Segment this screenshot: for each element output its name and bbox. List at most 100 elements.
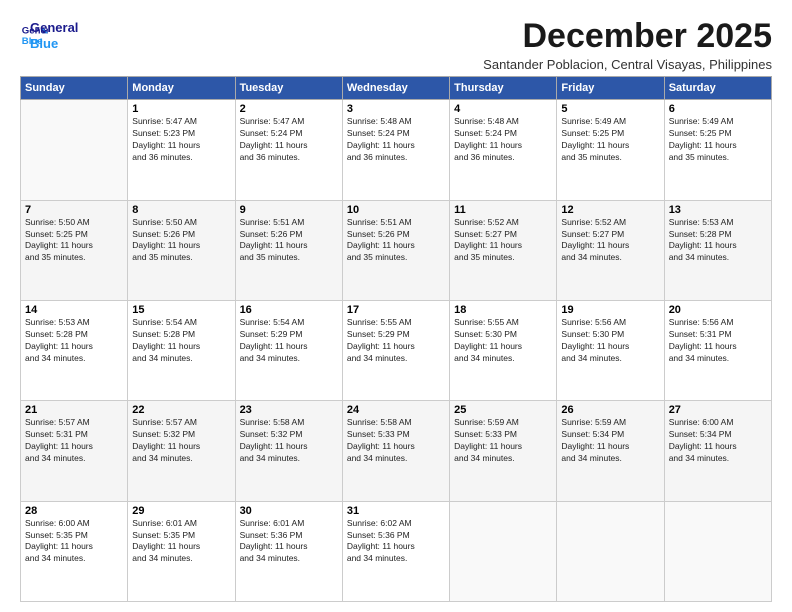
calendar-cell: 22Sunrise: 5:57 AM Sunset: 5:32 PM Dayli… <box>128 401 235 501</box>
calendar-cell: 5Sunrise: 5:49 AM Sunset: 5:25 PM Daylig… <box>557 100 664 200</box>
calendar-header-wednesday: Wednesday <box>342 77 449 100</box>
day-info: Sunrise: 5:50 AM Sunset: 5:26 PM Dayligh… <box>132 217 230 265</box>
day-number: 19 <box>561 304 659 316</box>
calendar-cell: 2Sunrise: 5:47 AM Sunset: 5:24 PM Daylig… <box>235 100 342 200</box>
day-number: 4 <box>454 103 552 115</box>
day-number: 24 <box>347 404 445 416</box>
calendar-cell: 14Sunrise: 5:53 AM Sunset: 5:28 PM Dayli… <box>21 301 128 401</box>
calendar-header-saturday: Saturday <box>664 77 771 100</box>
calendar-cell: 26Sunrise: 5:59 AM Sunset: 5:34 PM Dayli… <box>557 401 664 501</box>
day-number: 16 <box>240 304 338 316</box>
calendar-header-friday: Friday <box>557 77 664 100</box>
calendar-cell: 27Sunrise: 6:00 AM Sunset: 5:34 PM Dayli… <box>664 401 771 501</box>
day-number: 13 <box>669 204 767 216</box>
calendar-cell: 7Sunrise: 5:50 AM Sunset: 5:25 PM Daylig… <box>21 200 128 300</box>
calendar-cell: 29Sunrise: 6:01 AM Sunset: 5:35 PM Dayli… <box>128 501 235 601</box>
calendar-cell: 6Sunrise: 5:49 AM Sunset: 5:25 PM Daylig… <box>664 100 771 200</box>
day-number: 7 <box>25 204 123 216</box>
day-number: 31 <box>347 505 445 517</box>
header: General Blue General Blue December 2025 … <box>20 18 772 72</box>
day-number: 29 <box>132 505 230 517</box>
day-number: 11 <box>454 204 552 216</box>
day-info: Sunrise: 5:52 AM Sunset: 5:27 PM Dayligh… <box>561 217 659 265</box>
day-info: Sunrise: 6:00 AM Sunset: 5:34 PM Dayligh… <box>669 417 767 465</box>
day-number: 6 <box>669 103 767 115</box>
day-info: Sunrise: 5:54 AM Sunset: 5:28 PM Dayligh… <box>132 317 230 365</box>
calendar-cell: 13Sunrise: 5:53 AM Sunset: 5:28 PM Dayli… <box>664 200 771 300</box>
day-number: 22 <box>132 404 230 416</box>
day-number: 30 <box>240 505 338 517</box>
day-info: Sunrise: 5:52 AM Sunset: 5:27 PM Dayligh… <box>454 217 552 265</box>
day-info: Sunrise: 5:48 AM Sunset: 5:24 PM Dayligh… <box>347 116 445 164</box>
day-number: 14 <box>25 304 123 316</box>
calendar-cell: 1Sunrise: 5:47 AM Sunset: 5:23 PM Daylig… <box>128 100 235 200</box>
day-number: 1 <box>132 103 230 115</box>
calendar-cell: 21Sunrise: 5:57 AM Sunset: 5:31 PM Dayli… <box>21 401 128 501</box>
day-info: Sunrise: 5:51 AM Sunset: 5:26 PM Dayligh… <box>347 217 445 265</box>
day-info: Sunrise: 6:00 AM Sunset: 5:35 PM Dayligh… <box>25 518 123 566</box>
calendar-cell: 9Sunrise: 5:51 AM Sunset: 5:26 PM Daylig… <box>235 200 342 300</box>
calendar-cell: 15Sunrise: 5:54 AM Sunset: 5:28 PM Dayli… <box>128 301 235 401</box>
day-number: 25 <box>454 404 552 416</box>
day-info: Sunrise: 5:54 AM Sunset: 5:29 PM Dayligh… <box>240 317 338 365</box>
calendar-cell: 20Sunrise: 5:56 AM Sunset: 5:31 PM Dayli… <box>664 301 771 401</box>
day-info: Sunrise: 5:56 AM Sunset: 5:30 PM Dayligh… <box>561 317 659 365</box>
day-info: Sunrise: 5:48 AM Sunset: 5:24 PM Dayligh… <box>454 116 552 164</box>
day-info: Sunrise: 5:58 AM Sunset: 5:32 PM Dayligh… <box>240 417 338 465</box>
calendar-cell: 19Sunrise: 5:56 AM Sunset: 5:30 PM Dayli… <box>557 301 664 401</box>
day-info: Sunrise: 5:47 AM Sunset: 5:23 PM Dayligh… <box>132 116 230 164</box>
day-number: 2 <box>240 103 338 115</box>
calendar-cell: 18Sunrise: 5:55 AM Sunset: 5:30 PM Dayli… <box>450 301 557 401</box>
calendar-cell: 16Sunrise: 5:54 AM Sunset: 5:29 PM Dayli… <box>235 301 342 401</box>
calendar-cell: 11Sunrise: 5:52 AM Sunset: 5:27 PM Dayli… <box>450 200 557 300</box>
logo: General Blue General Blue <box>20 18 78 51</box>
calendar-cell: 28Sunrise: 6:00 AM Sunset: 5:35 PM Dayli… <box>21 501 128 601</box>
day-number: 15 <box>132 304 230 316</box>
day-info: Sunrise: 5:53 AM Sunset: 5:28 PM Dayligh… <box>669 217 767 265</box>
day-number: 8 <box>132 204 230 216</box>
calendar-table: SundayMondayTuesdayWednesdayThursdayFrid… <box>20 76 772 602</box>
day-info: Sunrise: 5:55 AM Sunset: 5:30 PM Dayligh… <box>454 317 552 365</box>
calendar-header-sunday: Sunday <box>21 77 128 100</box>
day-info: Sunrise: 5:47 AM Sunset: 5:24 PM Dayligh… <box>240 116 338 164</box>
day-number: 28 <box>25 505 123 517</box>
day-number: 12 <box>561 204 659 216</box>
month-title: December 2025 <box>483 18 772 55</box>
logo-blue: Blue <box>30 36 78 52</box>
calendar-cell: 31Sunrise: 6:02 AM Sunset: 5:36 PM Dayli… <box>342 501 449 601</box>
day-number: 17 <box>347 304 445 316</box>
calendar-cell: 23Sunrise: 5:58 AM Sunset: 5:32 PM Dayli… <box>235 401 342 501</box>
day-number: 27 <box>669 404 767 416</box>
calendar-cell: 17Sunrise: 5:55 AM Sunset: 5:29 PM Dayli… <box>342 301 449 401</box>
day-number: 23 <box>240 404 338 416</box>
calendar-cell: 3Sunrise: 5:48 AM Sunset: 5:24 PM Daylig… <box>342 100 449 200</box>
day-info: Sunrise: 5:59 AM Sunset: 5:33 PM Dayligh… <box>454 417 552 465</box>
day-info: Sunrise: 5:55 AM Sunset: 5:29 PM Dayligh… <box>347 317 445 365</box>
calendar-cell <box>664 501 771 601</box>
calendar-cell: 8Sunrise: 5:50 AM Sunset: 5:26 PM Daylig… <box>128 200 235 300</box>
calendar-cell: 12Sunrise: 5:52 AM Sunset: 5:27 PM Dayli… <box>557 200 664 300</box>
day-number: 10 <box>347 204 445 216</box>
day-info: Sunrise: 5:49 AM Sunset: 5:25 PM Dayligh… <box>561 116 659 164</box>
calendar-cell: 30Sunrise: 6:01 AM Sunset: 5:36 PM Dayli… <box>235 501 342 601</box>
day-info: Sunrise: 5:57 AM Sunset: 5:31 PM Dayligh… <box>25 417 123 465</box>
day-info: Sunrise: 5:51 AM Sunset: 5:26 PM Dayligh… <box>240 217 338 265</box>
calendar-cell: 24Sunrise: 5:58 AM Sunset: 5:33 PM Dayli… <box>342 401 449 501</box>
day-number: 21 <box>25 404 123 416</box>
calendar-header-tuesday: Tuesday <box>235 77 342 100</box>
day-info: Sunrise: 6:01 AM Sunset: 5:35 PM Dayligh… <box>132 518 230 566</box>
day-number: 26 <box>561 404 659 416</box>
calendar-header-thursday: Thursday <box>450 77 557 100</box>
day-info: Sunrise: 5:58 AM Sunset: 5:33 PM Dayligh… <box>347 417 445 465</box>
page: General Blue General Blue December 2025 … <box>0 0 792 612</box>
day-number: 18 <box>454 304 552 316</box>
calendar-cell <box>450 501 557 601</box>
day-info: Sunrise: 5:53 AM Sunset: 5:28 PM Dayligh… <box>25 317 123 365</box>
day-info: Sunrise: 5:59 AM Sunset: 5:34 PM Dayligh… <box>561 417 659 465</box>
calendar-header-monday: Monday <box>128 77 235 100</box>
calendar-cell: 4Sunrise: 5:48 AM Sunset: 5:24 PM Daylig… <box>450 100 557 200</box>
calendar-cell <box>21 100 128 200</box>
day-number: 9 <box>240 204 338 216</box>
calendar-cell <box>557 501 664 601</box>
calendar-cell: 25Sunrise: 5:59 AM Sunset: 5:33 PM Dayli… <box>450 401 557 501</box>
